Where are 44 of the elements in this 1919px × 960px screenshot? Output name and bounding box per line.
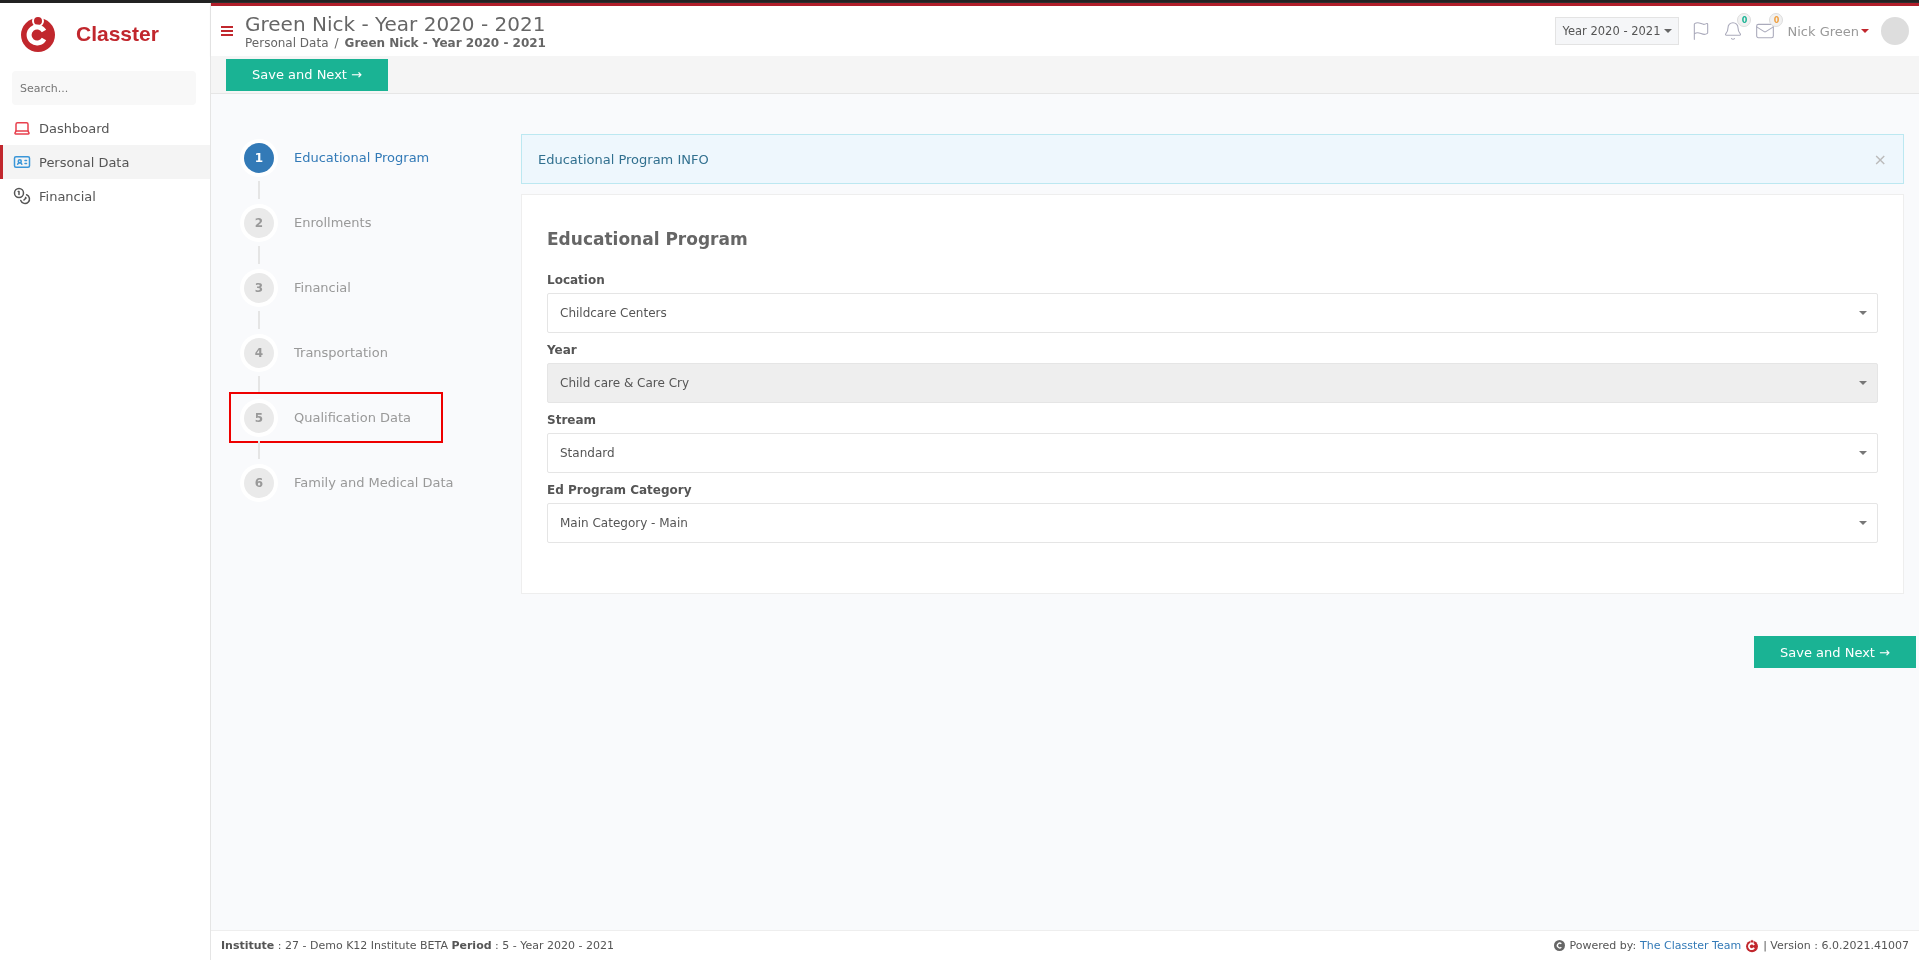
breadcrumb-link[interactable]: Personal Data	[245, 36, 329, 50]
year-select[interactable]: Year 2020 - 2021	[1555, 17, 1680, 45]
sidebar-item[interactable]: Personal Data	[0, 145, 210, 179]
field-label: Ed Program Category	[547, 483, 693, 497]
wizard-step[interactable]: 6 Family and Medical Data	[231, 459, 466, 506]
user-menu[interactable]: Nick Green	[1787, 23, 1869, 39]
mail-icon[interactable]	[1755, 21, 1776, 41]
logo-icon	[1745, 938, 1760, 953]
breadcrumb-current: Green Nick - Year 2020 - 2021	[344, 36, 546, 50]
field-label: Stream	[547, 413, 598, 427]
page-title: Green Nick - Year 2020 - 2021	[245, 12, 546, 36]
form-title: Educational Program	[547, 229, 749, 249]
id-card-icon	[13, 153, 31, 171]
wizard-step[interactable]: 1 Educational Program	[231, 134, 442, 181]
breadcrumb-separator: /	[334, 36, 339, 50]
menu-icon[interactable]	[221, 26, 233, 36]
message-count: 0	[1769, 13, 1784, 27]
coins-icon	[13, 187, 31, 205]
wizard-step[interactable]: 4 Transportation	[231, 329, 441, 376]
field-label: Location	[547, 273, 606, 287]
laptop-icon	[13, 119, 31, 137]
select-field[interactable]: Main Category - Main	[547, 503, 1878, 543]
copyright-icon	[1554, 940, 1566, 951]
wizard-step[interactable]: 3 Financial	[231, 264, 441, 311]
highlighted-step[interactable]: 5 Qualification Data	[231, 394, 441, 441]
save-next-button[interactable]: Save and Next →	[1754, 636, 1916, 668]
wizard-step[interactable]: 2 Enrollments	[231, 199, 441, 246]
footer-info: Institute : 27 - Demo K12 Institute BETA Period : 5 - Year 2020 - 2021	[221, 939, 614, 952]
select-field[interactable]: Childcare Centers	[547, 293, 1878, 333]
brand-name: Classter	[76, 22, 159, 46]
info-text: Educational Program INFO	[538, 151, 709, 167]
select-field[interactable]: Standard	[547, 433, 1878, 473]
logo-icon	[18, 14, 58, 54]
search-field[interactable]: Search...	[12, 71, 196, 105]
save-next-button[interactable]: Save and Next →	[226, 58, 388, 91]
team-link[interactable]: The Classter Team	[1640, 939, 1742, 952]
powered-by: Powered by:	[1569, 939, 1637, 952]
avatar	[1881, 17, 1909, 45]
bell-icon[interactable]	[1723, 21, 1744, 41]
sidebar-item[interactable]: Dashboard	[0, 111, 210, 145]
field-label: Year	[547, 343, 578, 357]
notification-count: 0	[1737, 13, 1752, 27]
version-text: | Version : 6.0.2021.41007	[1763, 939, 1909, 952]
sidebar-item[interactable]: Financial	[0, 179, 210, 213]
